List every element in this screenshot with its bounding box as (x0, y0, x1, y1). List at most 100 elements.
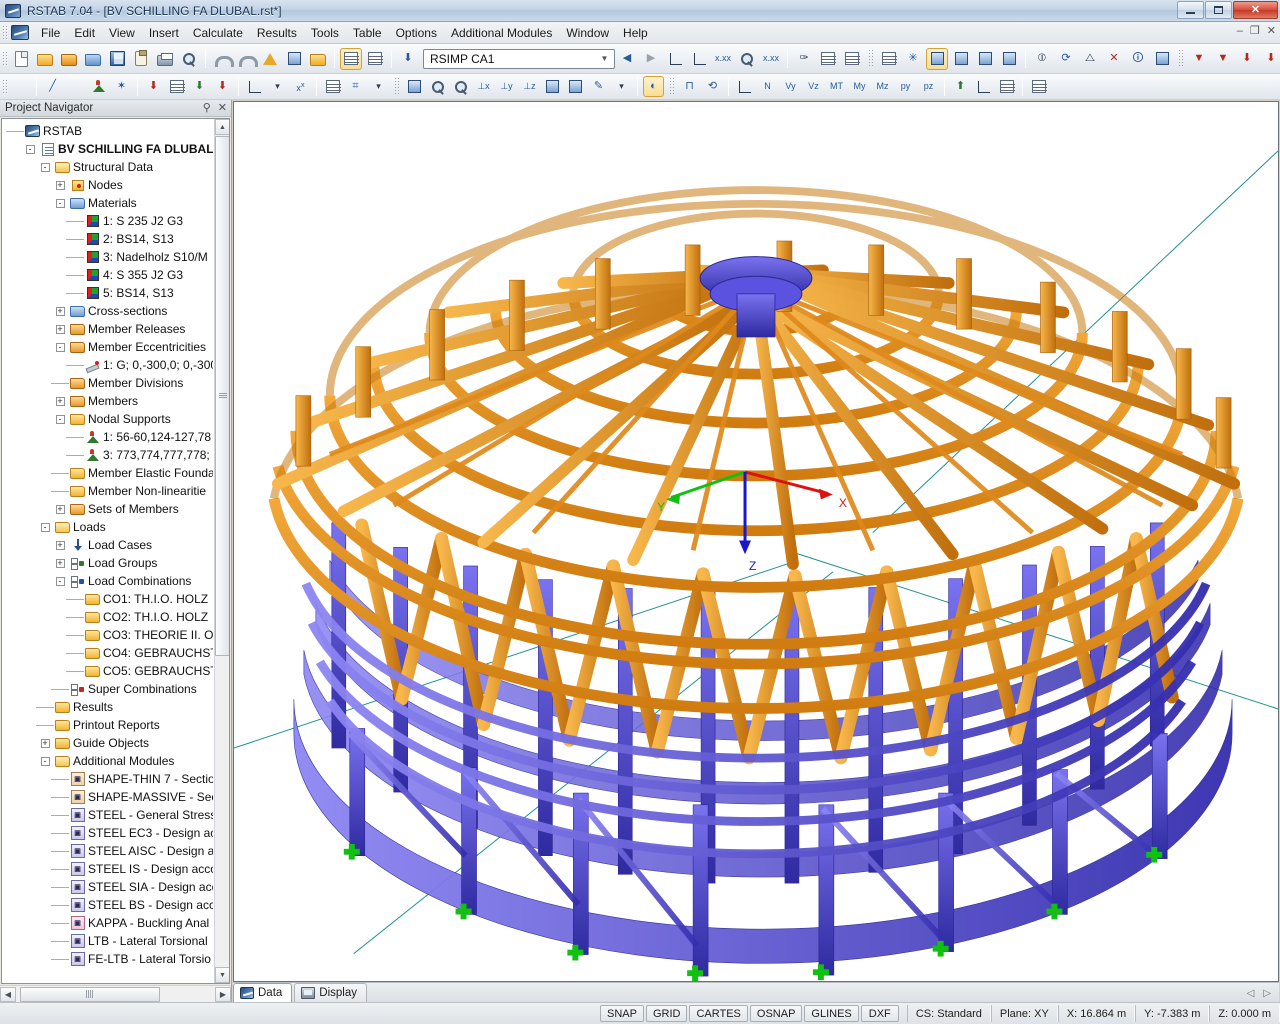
tree-item[interactable]: Member Divisions (6, 374, 213, 392)
moment-my-button[interactable]: My (849, 76, 870, 97)
expand-icon[interactable]: + (51, 541, 69, 550)
render-button[interactable] (259, 48, 281, 70)
zoom-in-button[interactable] (427, 76, 448, 97)
support-force-button[interactable]: ⬆ (950, 76, 971, 97)
tab-display[interactable]: Display (294, 983, 367, 1002)
toggle-cartes[interactable]: CARTES (689, 1005, 747, 1022)
render-transparent-button[interactable] (974, 48, 996, 70)
expand-icon[interactable]: + (51, 325, 69, 334)
tree-item[interactable]: ▣STEEL AISC - Design ac (6, 842, 213, 860)
load-case-combobox[interactable]: RSIMP CA1 ▼ (423, 49, 615, 69)
tree-hscroll-thumb[interactable] (20, 987, 160, 1002)
toggle-grid[interactable]: GRID (646, 1005, 688, 1022)
tree-hscroll-track[interactable] (16, 987, 215, 1002)
load-marker2-button[interactable]: ⬇ (1260, 48, 1280, 70)
tree-item[interactable]: +Cross-sections (6, 302, 213, 320)
tree-item[interactable]: ▣STEEL IS - Design accor (6, 860, 213, 878)
result-diagram-button[interactable] (734, 76, 755, 97)
tree-item[interactable]: ▣STEEL EC3 - Design acc (6, 824, 213, 842)
visibility-button[interactable]: ◐ (643, 76, 664, 97)
render-wire-button[interactable] (950, 48, 972, 70)
tree-item[interactable]: -Nodal Supports (6, 410, 213, 428)
work-plane-button[interactable] (322, 76, 343, 97)
model-view-button[interactable] (404, 76, 425, 97)
toggle-glines[interactable]: GLINES (804, 1005, 858, 1022)
deform-pz-button[interactable]: pz (918, 76, 939, 97)
new-line-support-button[interactable] (65, 76, 86, 97)
tree-item[interactable]: CO2: TH.I.O. HOLZ (6, 608, 213, 626)
tree-item[interactable]: 3: Nadelholz S10/M (6, 248, 213, 266)
deform-py-button[interactable]: py (895, 76, 916, 97)
expand-icon[interactable]: + (51, 307, 69, 316)
render-mode-dropdown-button[interactable]: ▾ (611, 76, 632, 97)
shear-vy-button[interactable]: Vy (780, 76, 801, 97)
new-member-load-button[interactable] (166, 76, 187, 97)
tree-item[interactable]: Super Combinations (6, 680, 213, 698)
menu-tools[interactable]: Tools (304, 23, 346, 43)
close-button[interactable]: ✕ (1233, 1, 1278, 19)
print-preview-button[interactable] (178, 48, 200, 70)
open-project-button[interactable] (58, 48, 80, 70)
expand-icon[interactable]: + (51, 397, 69, 406)
graphic-printout-button[interactable] (817, 48, 839, 70)
grid-button[interactable] (878, 48, 900, 70)
numeric-values-button[interactable]: x.xx (712, 48, 734, 70)
tree-scroll-up-button[interactable]: ▲ (215, 119, 230, 135)
tree-item[interactable]: ▣SHAPE-MASSIVE - Sect (6, 788, 213, 806)
tree-horizontal-scrollbar[interactable]: ◀ ▶ (0, 985, 231, 1002)
section-button[interactable]: ⊓ (679, 76, 700, 97)
toggle-osnap[interactable]: OSNAP (750, 1005, 803, 1022)
open-file-button[interactable] (34, 48, 56, 70)
new-node-button[interactable] (10, 76, 31, 97)
tree-scroll-left-button[interactable]: ◀ (0, 987, 16, 1002)
measure-button[interactable]: ⦶ (1031, 48, 1053, 70)
tree-item[interactable]: +Member Releases (6, 320, 213, 338)
torsion-mt-button[interactable]: MT (826, 76, 847, 97)
tree-item[interactable]: Results (6, 698, 213, 716)
expand-icon[interactable]: + (51, 505, 69, 514)
tab-data[interactable]: Data (233, 983, 292, 1002)
delete-button[interactable]: ✕ (1103, 48, 1125, 70)
menu-edit[interactable]: Edit (67, 23, 102, 43)
mdi-close-button[interactable]: ✕ (1267, 25, 1276, 37)
snap-button[interactable]: ✳ (902, 48, 924, 70)
snap-settings-button[interactable]: ⌗ (345, 76, 366, 97)
tree-item[interactable]: 4: S 355 J2 G3 (6, 266, 213, 284)
undo-button[interactable] (211, 48, 233, 70)
dimension1-button[interactable]: ▼ (1188, 48, 1210, 70)
view-z-button[interactable]: ⊥z (519, 76, 540, 97)
model-viewport[interactable]: Y X Z (233, 101, 1279, 982)
snap-dropdown-button[interactable]: ▾ (368, 76, 389, 97)
new-nodal-load-button[interactable]: ⬇ (143, 76, 164, 97)
new-member-button[interactable]: ╱ (42, 76, 63, 97)
menu-view[interactable]: View (102, 23, 142, 43)
perspective-button[interactable] (565, 76, 586, 97)
support-reactions-button[interactable] (664, 48, 686, 70)
coordinate-button[interactable]: xx (290, 76, 311, 97)
tree-scroll-right-button[interactable]: ▶ (215, 987, 231, 1002)
redo-button[interactable] (235, 48, 257, 70)
maximize-button[interactable] (1205, 1, 1232, 19)
tree-item[interactable]: -Additional Modules (6, 752, 213, 770)
deformation-button[interactable] (688, 48, 710, 70)
tree-item[interactable]: ▣FE-LTB - Lateral Torsio (6, 950, 213, 968)
tree-item[interactable]: -Materials (6, 194, 213, 212)
collapse-icon[interactable]: - (51, 343, 69, 352)
collapse-icon[interactable]: - (21, 145, 39, 154)
collapse-icon[interactable]: - (36, 757, 54, 766)
new-file-button[interactable] (10, 48, 32, 70)
tree-item[interactable]: +Load Cases (6, 536, 213, 554)
pin-icon[interactable]: ⚲ (203, 101, 211, 114)
deformation-view-button[interactable] (973, 76, 994, 97)
tree-item[interactable]: -BV SCHILLING FA DLUBAL.rs (6, 140, 213, 158)
render-mode-button[interactable]: ✎ (588, 76, 609, 97)
tree-item[interactable]: ▣SHAPE-THIN 7 - Sectio (6, 770, 213, 788)
tree-item[interactable]: ▣KAPPA - Buckling Anal (6, 914, 213, 932)
view-section-button[interactable] (998, 48, 1020, 70)
dimension-dropdown-button[interactable]: ▾ (267, 76, 288, 97)
tree-item[interactable]: 1: 56-60,124-127,78 (6, 428, 213, 446)
menu-additional-modules[interactable]: Additional Modules (444, 23, 559, 43)
tree-item[interactable]: Printout Reports (6, 716, 213, 734)
tree-item[interactable]: CO3: THEORIE II. O (6, 626, 213, 644)
project-tree[interactable]: RSTAB-BV SCHILLING FA DLUBAL.rs-Structur… (1, 118, 230, 984)
